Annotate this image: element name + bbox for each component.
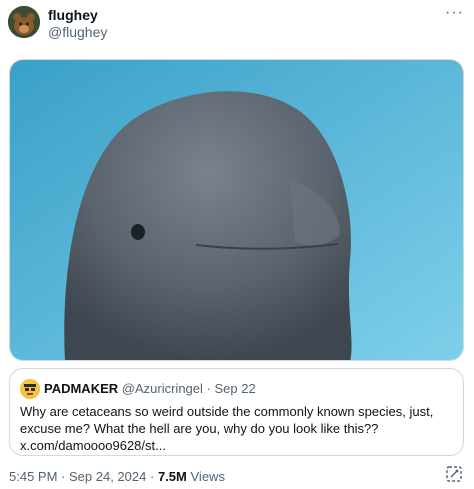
author-handle[interactable]: @flughey: [48, 24, 107, 40]
quoted-post-meta: PADMAKER @Azuricringel · Sep 22: [44, 381, 256, 396]
views-label: Views: [190, 469, 225, 484]
more-icon[interactable]: ···: [445, 4, 464, 22]
author-display-name[interactable]: flughey: [48, 7, 98, 23]
quoted-post[interactable]: PADMAKER @Azuricringel · Sep 22 Why are …: [9, 368, 464, 456]
post-image[interactable]: [9, 59, 464, 361]
grok-analyze-icon[interactable]: [446, 466, 462, 482]
quoted-author-avatar: [20, 379, 40, 399]
footer-separator: ·: [61, 469, 66, 484]
author-avatar[interactable]: [8, 6, 40, 38]
footer-separator: ·: [150, 469, 155, 484]
quoted-post-text: Why are cetaceans so weird outside the c…: [20, 404, 434, 453]
views-count: 7.5M: [157, 469, 187, 484]
post-time[interactable]: 5:45 PM: [9, 469, 57, 484]
quoted-separator: ·: [206, 381, 211, 396]
post-date[interactable]: Sep 24, 2024: [69, 469, 146, 484]
quoted-date: Sep 22: [214, 381, 256, 396]
post-header: flughey @flughey ···: [8, 4, 466, 42]
beluga-photo: [10, 60, 463, 360]
post-footer: 5:45 PM · Sep 24, 2024 · 7.5M Views: [9, 469, 225, 484]
quoted-author-handle: @Azuricringel: [121, 381, 203, 396]
quoted-author-name: PADMAKER: [44, 381, 119, 396]
